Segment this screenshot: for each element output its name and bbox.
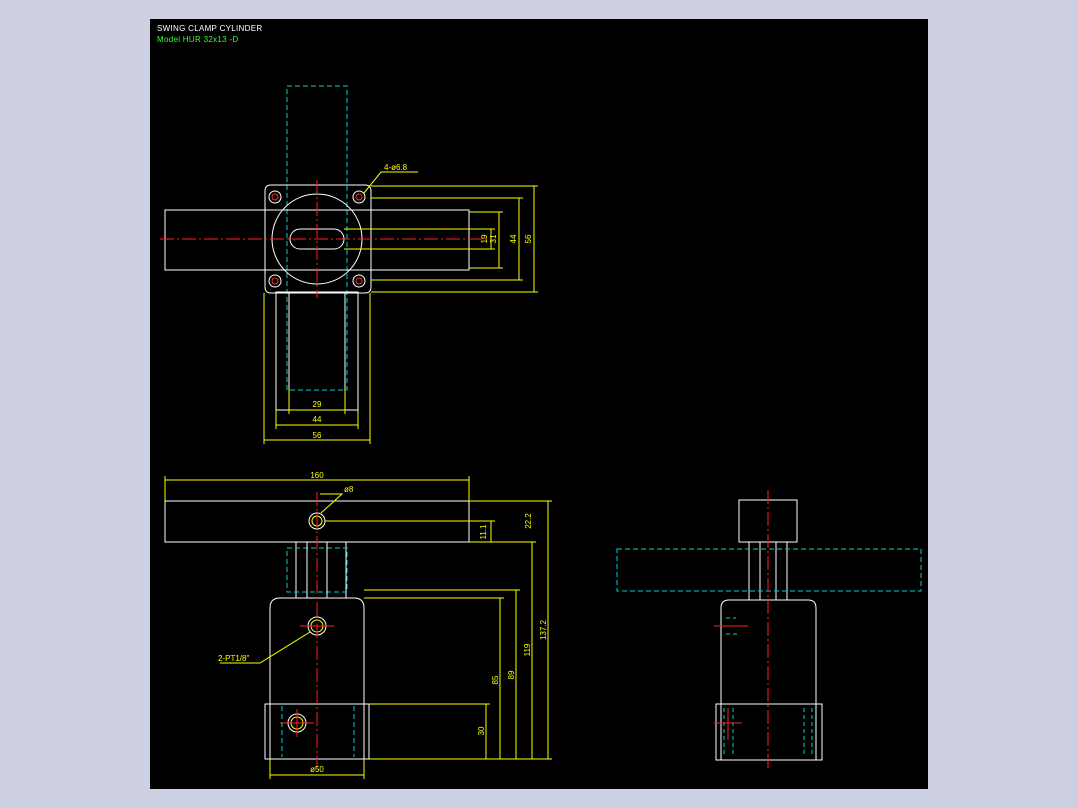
front-view — [164, 476, 552, 779]
dim-top-19: 19 — [480, 234, 489, 243]
dim-top-29: 29 — [313, 400, 322, 409]
side-view — [616, 490, 922, 770]
top-body-lower — [275, 291, 359, 411]
dim-top-31: 31 — [489, 234, 498, 243]
dim-front-160: 160 — [310, 471, 324, 480]
dim-top-56-w: 56 — [313, 431, 322, 440]
engineering-drawing: 4-ø6.8 19 31 44 56 29 44 56 160 ø8 11.1 … — [160, 85, 922, 779]
dim-top-44-w: 44 — [313, 415, 322, 424]
side-base-flange — [715, 703, 823, 761]
dim-front-30: 30 — [477, 726, 486, 735]
front-shaft — [295, 541, 347, 599]
dim-front-port: 2-PT1/8" — [218, 654, 249, 663]
dim-front-119: 119 — [523, 643, 532, 656]
dim-front-137: 137.2 — [539, 619, 548, 640]
top-view — [160, 85, 538, 444]
front-dimensions — [164, 476, 552, 779]
dim-front-85: 85 — [491, 675, 500, 684]
top-hole-leader — [363, 171, 418, 194]
dim-top-56: 56 — [524, 234, 533, 243]
dim-front-11: 11.1 — [479, 524, 488, 540]
dim-top-44: 44 — [509, 234, 518, 243]
cad-drawing-canvas: SWING CLAMP CYLINDER Model HUR 32x13 -D — [150, 19, 928, 789]
dim-front-d50: ø50 — [310, 765, 324, 774]
dim-top-holes: 4-ø6.8 — [384, 163, 408, 172]
dim-front-89: 89 — [507, 670, 516, 679]
dim-front-d8: ø8 — [344, 485, 354, 494]
dim-front-22: 22.2 — [524, 513, 533, 529]
side-hidden-arm — [616, 548, 922, 592]
